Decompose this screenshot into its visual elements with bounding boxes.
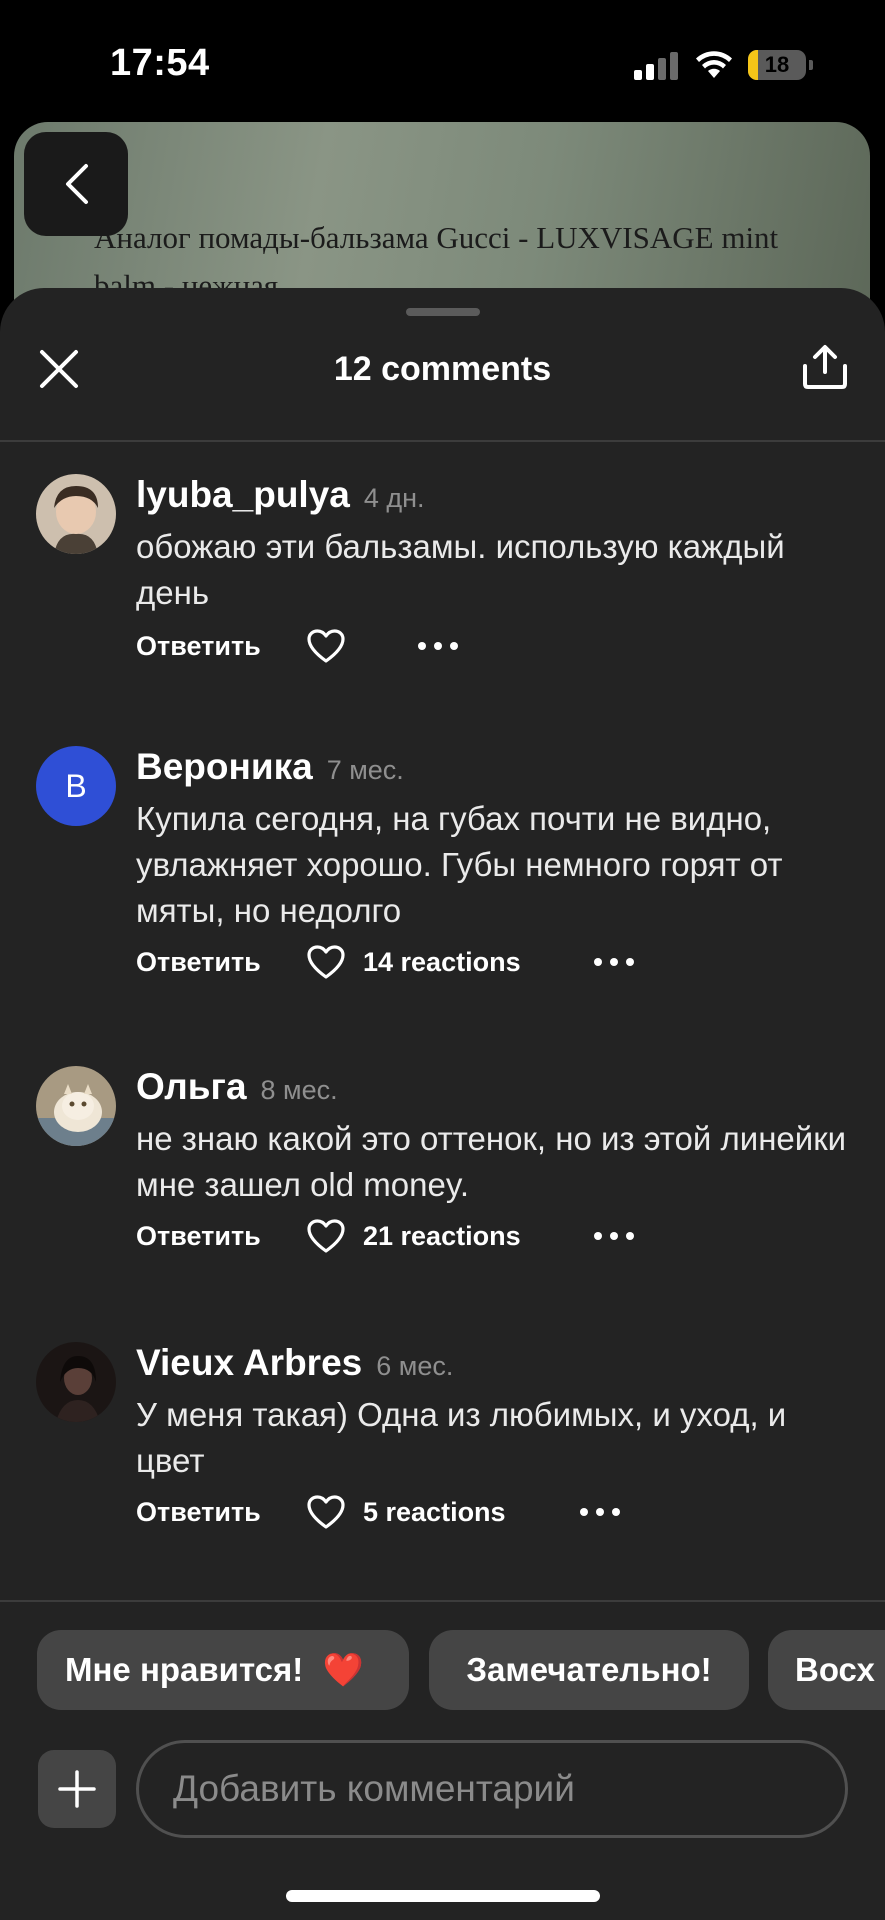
battery-icon: 18 <box>748 50 813 80</box>
quick-reply-label: Мне нравится! <box>65 1651 304 1688</box>
avatar[interactable] <box>36 1066 116 1146</box>
comment-age: 8 мес. <box>260 1075 338 1105</box>
avatar[interactable] <box>36 474 116 554</box>
more-options-icon[interactable] <box>594 950 638 974</box>
more-options-icon[interactable] <box>594 1224 638 1248</box>
reply-button[interactable]: Ответить <box>136 1216 261 1256</box>
quick-reply-chip[interactable]: Замечательно! <box>429 1630 749 1710</box>
heart-icon[interactable] <box>306 1494 346 1530</box>
comment-text: обожаю эти бальзамы. использую каждый де… <box>136 528 785 611</box>
reply-button[interactable]: Ответить <box>136 1492 261 1532</box>
comment-input[interactable]: Добавить комментарий <box>136 1740 848 1838</box>
comment-text: У меня такая) Одна из любимых, и уход, и… <box>136 1396 787 1479</box>
quick-reply-chip[interactable]: Восх <box>768 1630 885 1710</box>
quick-reply-chip[interactable]: Мне нравится! ❤️ <box>37 1630 409 1710</box>
wifi-icon <box>696 51 732 78</box>
quick-reply-label: Восх <box>795 1651 875 1688</box>
more-options-icon[interactable] <box>418 634 462 658</box>
plus-icon <box>58 1770 96 1808</box>
comment-text: Купила сегодня, на губах почти не видно,… <box>136 800 783 929</box>
home-indicator[interactable] <box>286 1890 600 1902</box>
comment-author[interactable]: Vieux Arbres <box>136 1342 362 1383</box>
reply-button[interactable]: Ответить <box>136 942 261 982</box>
reaction-count[interactable]: 14 reactions <box>363 942 521 982</box>
heart-icon[interactable] <box>306 944 346 980</box>
avatar[interactable]: В <box>36 746 116 826</box>
sheet-drag-handle[interactable] <box>406 308 480 316</box>
comment-author[interactable]: lyuba_pulya <box>136 474 350 515</box>
reaction-count[interactable]: 5 reactions <box>363 1492 506 1532</box>
status-time: 17:54 <box>110 42 210 84</box>
share-icon[interactable] <box>800 342 850 392</box>
comment-author[interactable]: Вероника <box>136 746 313 787</box>
reaction-count[interactable]: 21 reactions <box>363 1216 521 1256</box>
sheet-title: 12 comments <box>333 350 552 388</box>
comment-age: 4 дн. <box>363 483 425 513</box>
heart-icon[interactable] <box>306 628 346 664</box>
header-divider <box>0 440 885 442</box>
more-options-icon[interactable] <box>580 1500 624 1524</box>
comment-age: 6 мес. <box>376 1351 454 1381</box>
quick-reply-label: Замечательно! <box>466 1651 712 1688</box>
heart-icon[interactable] <box>306 1218 346 1254</box>
back-button[interactable] <box>24 132 128 236</box>
comment-text: не знаю какой это оттенок, но из этой ли… <box>136 1120 847 1203</box>
chevron-left-icon <box>66 164 88 204</box>
heart-emoji-icon: ❤️ <box>322 1651 364 1688</box>
cellular-signal-icon <box>634 50 678 80</box>
reply-button[interactable]: Ответить <box>136 626 261 666</box>
battery-level: 18 <box>764 52 790 77</box>
status-bar: 17:54 18 <box>0 0 885 120</box>
add-attachment-button[interactable] <box>38 1750 116 1828</box>
avatar[interactable] <box>36 1342 116 1422</box>
comment-age: 7 мес. <box>326 755 404 785</box>
composer-divider <box>0 1600 885 1602</box>
comment-author[interactable]: Ольга <box>136 1066 247 1107</box>
